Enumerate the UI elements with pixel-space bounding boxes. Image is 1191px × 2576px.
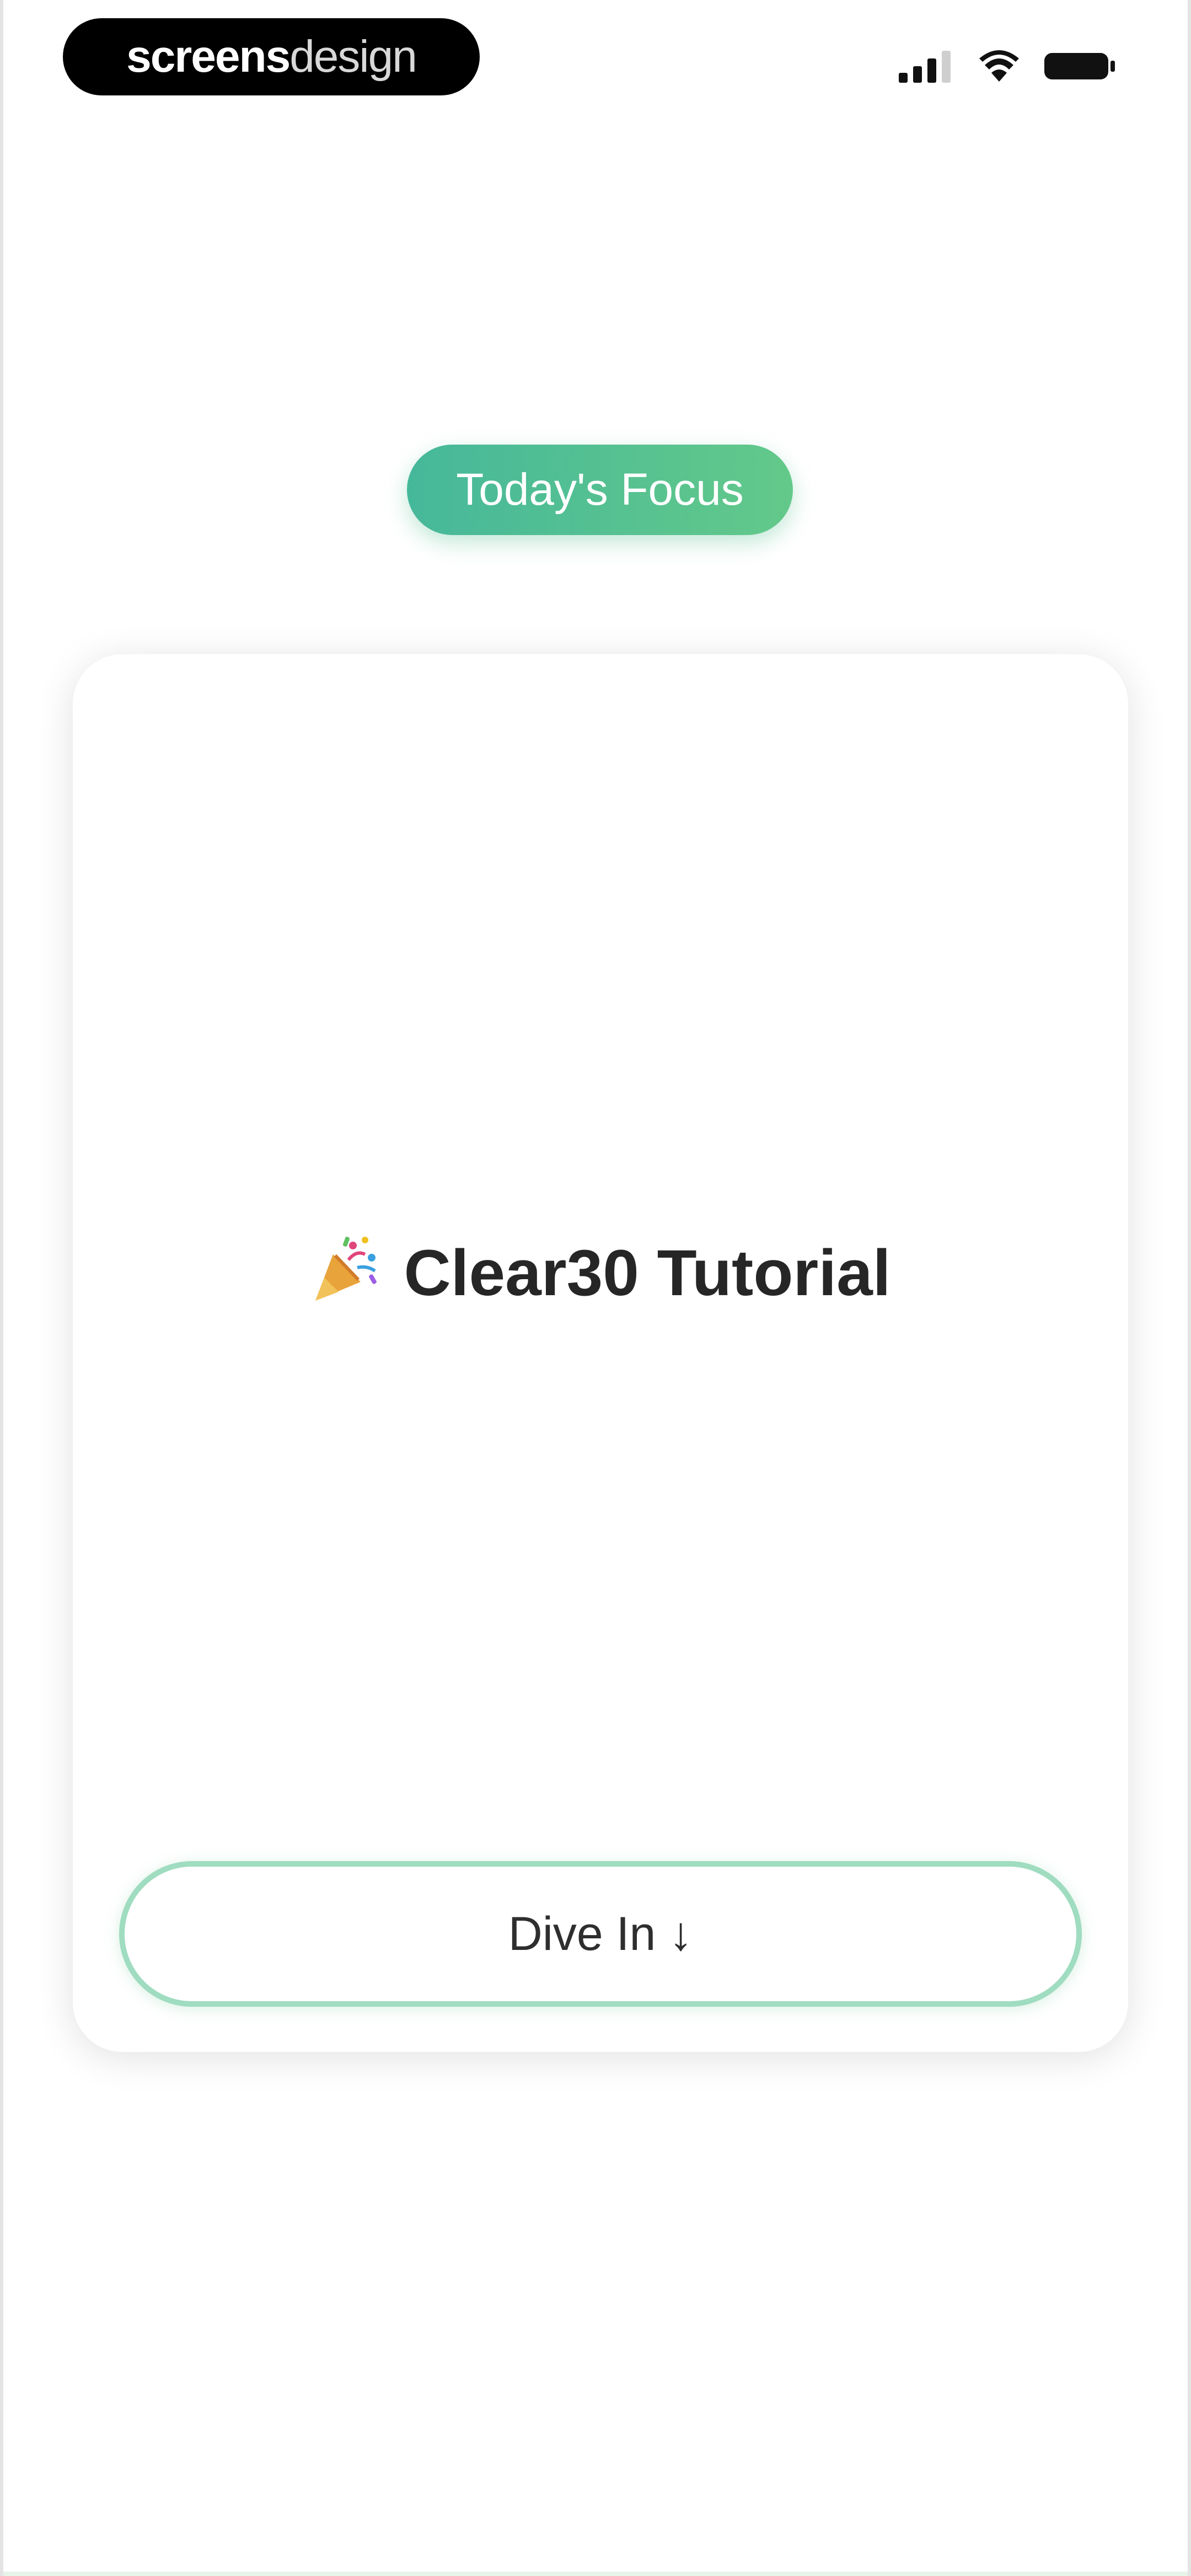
brand-badge: screens design [63, 18, 480, 95]
wifi-icon [979, 50, 1019, 83]
battery-icon [1044, 50, 1116, 83]
todays-focus-badge: Today's Focus [407, 445, 793, 535]
bottom-divider [3, 2572, 1188, 2576]
dive-in-button-label: Dive In ↓ [508, 1907, 693, 1960]
status-icons [899, 50, 1116, 83]
todays-focus-label: Today's Focus [456, 464, 744, 515]
card-title-row: Clear30 Tutorial [73, 1233, 1128, 1311]
brand-name-strong: screens [126, 31, 291, 82]
dive-in-button[interactable]: Dive In ↓ [119, 1861, 1082, 2007]
cellular-signal-icon [899, 50, 954, 83]
brand-name-light: design [289, 31, 417, 82]
party-popper-icon [310, 1233, 382, 1305]
card-title: Clear30 Tutorial [404, 1237, 891, 1310]
app-screen: screens design Today's Focus Clear30 Tut… [0, 0, 1191, 2576]
focus-card: Clear30 Tutorial Dive In ↓ [73, 654, 1128, 2052]
